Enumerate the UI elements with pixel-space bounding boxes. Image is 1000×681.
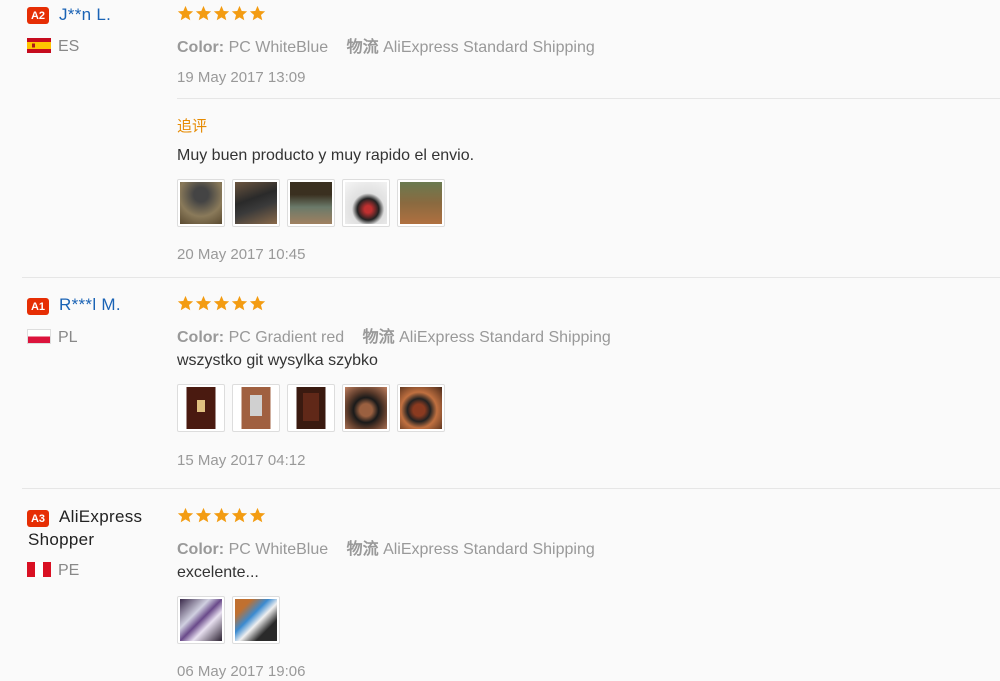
review-photo-thumbnail[interactable] — [342, 179, 390, 227]
color-value: PC WhiteBlue — [228, 541, 329, 558]
star-icon — [249, 295, 266, 312]
photo-gallery — [177, 596, 280, 644]
color-label: Color: — [177, 329, 225, 346]
star-rating — [177, 507, 266, 524]
buyer-level-badge: A1 — [27, 298, 49, 315]
star-icon — [249, 5, 266, 22]
reviewer-name[interactable]: J**n L. — [59, 5, 111, 25]
star-icon — [213, 295, 230, 312]
review-photo-thumbnail[interactable] — [397, 179, 445, 227]
color-label: Color: — [177, 39, 225, 56]
buyer-level-badge: A3 — [27, 510, 49, 527]
review-date: 19 May 2017 13:09 — [177, 69, 306, 86]
reviewer-country: PL — [58, 329, 78, 346]
review-photo-thumbnail[interactable] — [177, 384, 225, 432]
shipping-label: 物流 — [346, 541, 379, 558]
review-text: wszystko git wysylka szybko — [177, 352, 378, 369]
star-icon — [177, 5, 194, 22]
shipping-value: AliExpress Standard Shipping — [383, 541, 595, 558]
review-photo-thumbnail[interactable] — [287, 384, 335, 432]
reviewer-name: AliExpress — [59, 507, 143, 526]
order-info: Color: PC Gradient red 物流 AliExpress Sta… — [177, 323, 611, 347]
order-info: Color: PC WhiteBlue 物流 AliExpress Standa… — [177, 33, 595, 57]
divider — [177, 98, 1000, 99]
additional-feedback-label: 追评 — [177, 118, 208, 135]
star-rating — [177, 5, 266, 22]
review-photo-thumbnail[interactable] — [397, 384, 445, 432]
photo-gallery — [177, 384, 445, 432]
shipping-label: 物流 — [346, 39, 379, 56]
review-divider — [22, 488, 1000, 489]
star-icon — [231, 5, 248, 22]
additional-feedback-date: 20 May 2017 10:45 — [177, 246, 306, 263]
poland-flag-icon — [27, 329, 51, 344]
star-icon — [195, 5, 212, 22]
star-icon — [231, 295, 248, 312]
review-photo-thumbnail[interactable] — [342, 384, 390, 432]
review-date: 06 May 2017 19:06 — [177, 663, 306, 680]
review-text: excelente... — [177, 564, 259, 581]
review-photo-thumbnail[interactable] — [232, 596, 280, 644]
reviewer-country: PE — [58, 562, 80, 579]
review-photo-thumbnail[interactable] — [177, 596, 225, 644]
review-photo-thumbnail[interactable] — [177, 179, 225, 227]
star-icon — [177, 507, 194, 524]
shipping-label: 物流 — [362, 329, 395, 346]
star-icon — [195, 295, 212, 312]
peru-flag-icon — [27, 562, 51, 577]
shipping-value: AliExpress Standard Shipping — [383, 39, 595, 56]
color-value: PC WhiteBlue — [228, 39, 329, 56]
reviewer-country: ES — [58, 38, 80, 55]
star-icon — [213, 507, 230, 524]
spain-flag-icon — [27, 38, 51, 53]
star-icon — [249, 507, 266, 524]
color-label: Color: — [177, 541, 225, 558]
star-icon — [195, 507, 212, 524]
reviewer-name-continued: Shopper — [28, 530, 95, 549]
review-text: Muy buen producto y muy rapido el envio. — [177, 147, 475, 164]
star-icon — [177, 295, 194, 312]
review-divider — [22, 277, 1000, 278]
review-date: 15 May 2017 04:12 — [177, 452, 306, 469]
review-photo-thumbnail[interactable] — [287, 179, 335, 227]
star-icon — [213, 5, 230, 22]
shipping-value: AliExpress Standard Shipping — [399, 329, 611, 346]
reviewer-name[interactable]: R***l M. — [59, 295, 121, 315]
order-info: Color: PC WhiteBlue 物流 AliExpress Standa… — [177, 535, 595, 559]
star-icon — [231, 507, 248, 524]
review-photo-thumbnail[interactable] — [232, 384, 280, 432]
review-photo-thumbnail[interactable] — [232, 179, 280, 227]
star-rating — [177, 295, 266, 312]
color-value: PC Gradient red — [228, 329, 345, 346]
buyer-level-badge: A2 — [27, 7, 49, 24]
photo-gallery — [177, 179, 445, 227]
